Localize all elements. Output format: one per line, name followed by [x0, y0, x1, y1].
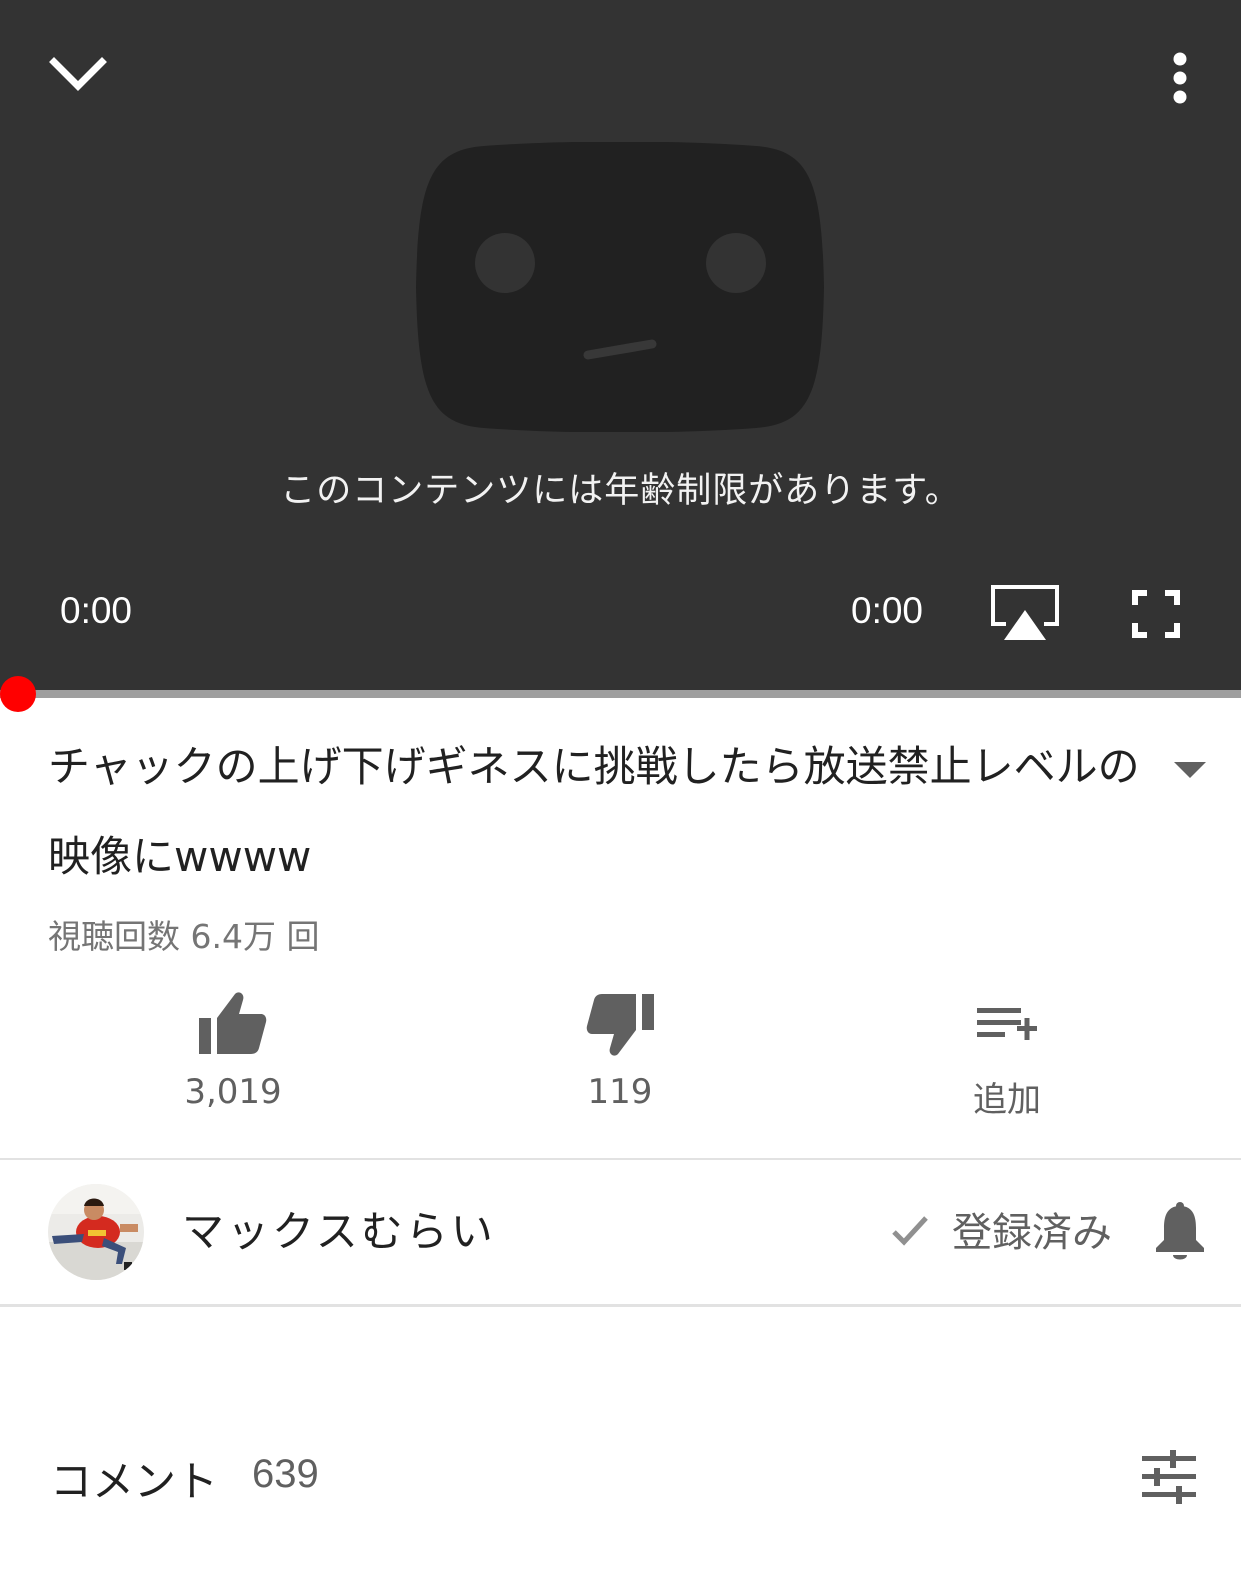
more-vert-icon [1173, 52, 1187, 104]
age-restricted-robot-icon [416, 142, 824, 432]
notification-bell-button[interactable] [1154, 1200, 1206, 1262]
checkmark-icon [892, 1216, 928, 1246]
subscribed-label: 登録済み [952, 1210, 1112, 1256]
thumbs-up-icon [199, 992, 267, 1054]
divider [0, 1158, 1241, 1160]
bell-icon [1156, 1202, 1204, 1260]
age-restriction-message: このコンテンツには年齢制限があります。 [280, 471, 961, 511]
channel-avatar[interactable] [48, 1184, 144, 1280]
total-duration: 0:00 [851, 590, 924, 631]
playlist-add-icon [977, 1008, 1037, 1040]
comments-count: 639 [252, 1452, 319, 1496]
more-options-button[interactable] [1160, 48, 1200, 108]
like-count: 3,019 [184, 1072, 282, 1112]
airplay-button[interactable] [990, 584, 1060, 644]
progress-bar[interactable] [0, 690, 1241, 698]
airplay-icon [991, 585, 1059, 640]
chevron-down-icon [49, 57, 107, 91]
channel-name[interactable]: マックスむらい [182, 1198, 496, 1259]
add-to-playlist-button[interactable]: 追加 [907, 990, 1107, 1130]
add-label: 追加 [973, 1080, 1041, 1120]
divider [0, 1304, 1241, 1307]
video-title: チャックの上げ下げギネスに挑戦したら放送禁止レベルの映像にwwww [48, 742, 1140, 881]
fullscreen-button[interactable] [1132, 590, 1180, 638]
expand-description-button[interactable] [1170, 758, 1210, 782]
dislike-button[interactable]: 119 [520, 990, 720, 1130]
collapse-button[interactable] [44, 48, 112, 100]
dislike-count: 119 [587, 1072, 653, 1112]
video-player[interactable]: このコンテンツには年齢制限があります。 0:00 0:00 [0, 0, 1241, 692]
fullscreen-icon [1132, 590, 1180, 638]
view-count: 視聴回数 6.4万 回 [48, 917, 320, 956]
action-bar: 3,019 119 追加 [0, 990, 1241, 1130]
comments-header: コメント [50, 1457, 219, 1506]
current-time: 0:00 [60, 590, 133, 631]
avatar-photo [48, 1184, 144, 1280]
watch-page: このコンテンツには年齢制限があります。 0:00 0:00 チャックの上げ下げギ… [0, 0, 1241, 1571]
tune-sliders-icon [1142, 1450, 1196, 1504]
sort-comments-button[interactable] [1140, 1448, 1198, 1506]
triangle-down-icon [1174, 762, 1206, 778]
thumbs-down-icon [586, 994, 654, 1056]
like-button[interactable]: 3,019 [133, 990, 333, 1130]
scrubber-handle[interactable] [0, 676, 36, 712]
